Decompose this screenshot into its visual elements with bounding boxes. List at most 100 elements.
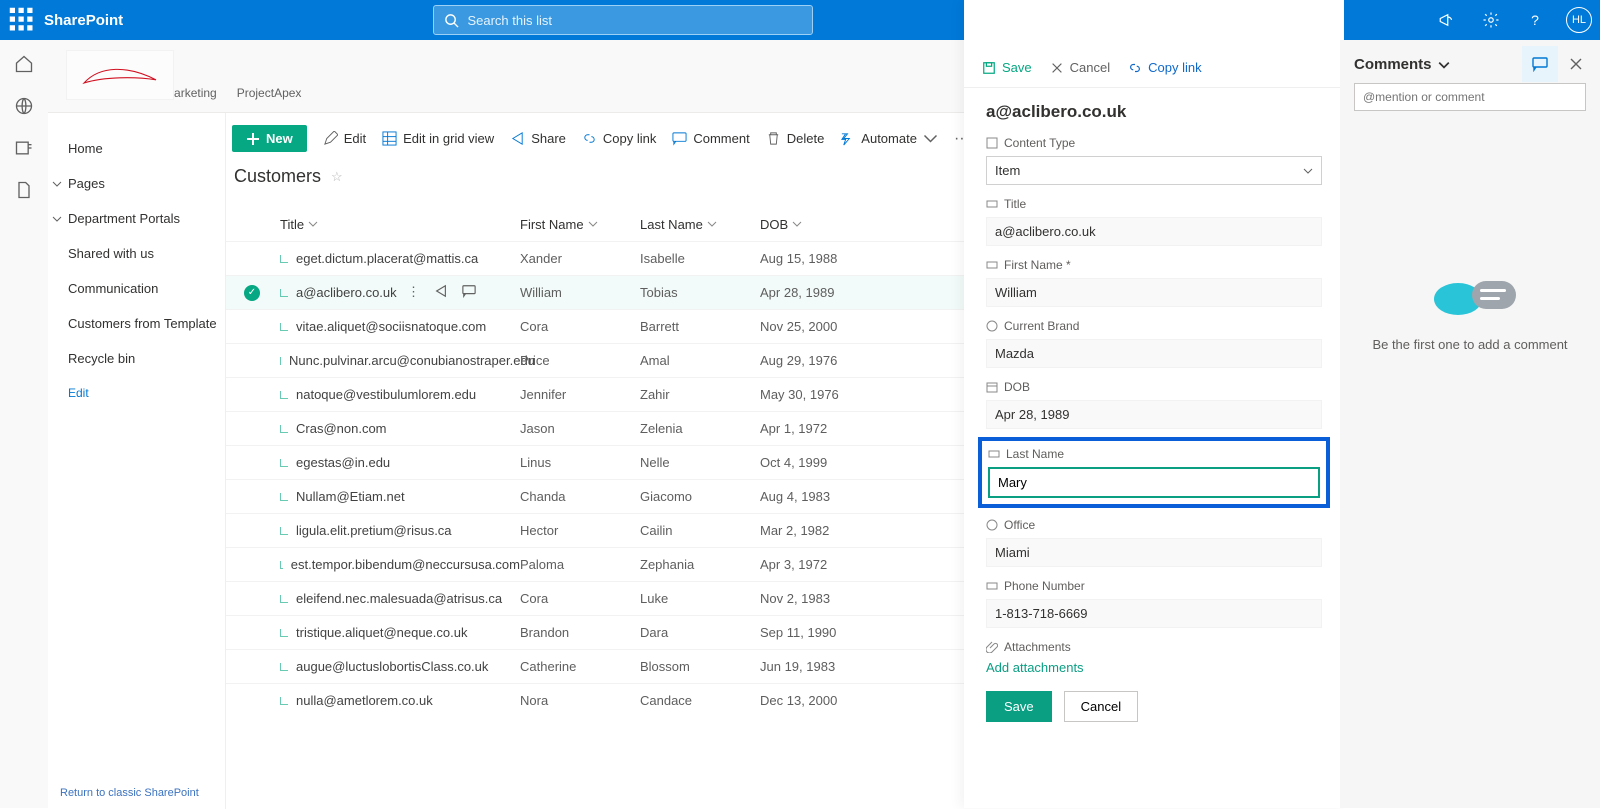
nav-shared-with-us[interactable]: Shared with us [68,236,225,271]
field-last-name: Last Name [978,437,1330,508]
cell-title[interactable]: vitae.aliquet@sociisnatoque.com [280,319,520,334]
save-icon [982,61,996,75]
cell-title[interactable]: Nunc.pulvinar.arcu@conubianostraper.edu [280,353,520,368]
cell-first-name: Jennifer [520,387,640,402]
user-avatar[interactable]: HL [1566,7,1592,33]
chevron-down-icon [923,131,938,146]
site-nav-projectapex[interactable]: ProjectApex [237,86,302,100]
comment-input[interactable] [1354,83,1586,111]
brand-input[interactable]: Mazda [986,339,1322,368]
cell-last-name: Isabelle [640,251,760,266]
search-box[interactable]: Search this list [433,5,813,35]
cell-last-name: Cailin [640,523,760,538]
globe-icon[interactable] [14,96,34,116]
cell-first-name: Brandon [520,625,640,640]
files-icon[interactable] [14,180,34,200]
site-logo[interactable] [66,50,174,100]
share-icon[interactable] [434,284,448,301]
cell-title[interactable]: tristique.aliquet@neque.co.uk [280,625,520,640]
cell-title[interactable]: Nullam@Etiam.net [280,489,520,504]
text-icon [986,259,998,271]
cell-title[interactable]: natoque@vestibulumlorem.edu [280,387,520,402]
cell-title[interactable]: eget.dictum.placerat@mattis.ca [280,251,520,266]
edit-grid-button[interactable]: Edit in grid view [382,131,494,146]
chevron-down-icon [1303,166,1313,176]
edit-button[interactable]: Edit [323,131,366,146]
nav-dept-portals[interactable]: Department Portals [68,201,225,236]
nav-communication[interactable]: Communication [68,271,225,306]
cell-dob: Jun 19, 1983 [760,659,880,674]
nav-customers-template[interactable]: Customers from Template [68,306,225,341]
cell-title[interactable]: augue@luctuslobortisClass.co.uk [280,659,520,674]
content-type-select[interactable]: Item [986,156,1322,185]
dob-input[interactable]: Apr 28, 1989 [986,400,1322,429]
cell-dob: Nov 2, 1983 [760,591,880,606]
header-last-name[interactable]: Last Name [640,217,760,232]
comment-icon[interactable] [462,284,476,301]
cell-title[interactable]: nulla@ametlorem.co.uk [280,693,520,708]
trash-icon [766,131,781,146]
home-icon[interactable] [14,54,34,74]
cell-title[interactable]: est.tempor.bibendum@neccursusa.com [280,557,520,572]
megaphone-icon[interactable] [1434,7,1460,33]
field-attachments: Attachments Add attachments [986,640,1322,675]
header-first-name[interactable]: First Name [520,217,640,232]
news-icon[interactable] [14,138,34,158]
cell-title[interactable]: Cras@non.com [280,421,520,436]
header-title[interactable]: Title [280,217,520,232]
new-button[interactable]: New [232,125,307,152]
nav-pages[interactable]: Pages [68,166,225,201]
cell-title[interactable]: a@aclibero.co.uk⋮ [280,284,520,301]
nav-home[interactable]: Home [68,131,225,166]
panel-cancel-button[interactable]: Cancel [1050,60,1110,75]
chevron-down-icon [308,219,318,229]
return-classic-link[interactable]: Return to classic SharePoint [60,787,199,799]
choice-icon [986,519,998,531]
header-dob[interactable]: DOB [760,217,880,232]
cell-last-name: Zahir [640,387,760,402]
cancel-button[interactable]: Cancel [1064,691,1138,722]
nav-recycle-bin[interactable]: Recycle bin [68,341,225,376]
nav-edit[interactable]: Edit [68,376,225,410]
title-input[interactable]: a@aclibero.co.uk [986,217,1322,246]
last-name-input[interactable] [988,467,1320,498]
calendar-icon [986,381,998,393]
cell-last-name: Zephania [640,557,760,572]
cell-first-name: Cora [520,591,640,606]
text-icon [988,448,1000,460]
field-phone: Phone Number 1-813-718-6669 [986,579,1322,628]
copy-link-button[interactable]: Copy link [582,131,656,146]
add-attachments-link[interactable]: Add attachments [986,660,1322,675]
favorite-icon[interactable]: ☆ [331,169,343,185]
checkmark-icon[interactable]: ✓ [244,285,260,301]
list-name: Customers [234,166,321,187]
delete-button[interactable]: Delete [766,131,825,146]
app-launcher-icon[interactable] [8,6,36,34]
cell-title[interactable]: egestas@in.edu [280,455,520,470]
comment-button[interactable]: Comment [672,131,749,146]
search-icon [444,13,459,28]
share-button[interactable]: Share [510,131,566,146]
cell-last-name: Luke [640,591,760,606]
automate-button[interactable]: Automate [840,131,938,146]
cell-title[interactable]: ligula.elit.pretium@risus.ca [280,523,520,538]
cell-dob: Oct 4, 1999 [760,455,880,470]
panel-save-button[interactable]: Save [982,60,1032,75]
office-input[interactable]: Miami [986,538,1322,567]
save-button[interactable]: Save [986,691,1052,722]
phone-input[interactable]: 1-813-718-6669 [986,599,1322,628]
help-icon[interactable]: ? [1522,7,1548,33]
field-current-brand: Current Brand Mazda [986,319,1322,368]
form-icon [986,137,998,149]
cell-last-name: Giacomo [640,489,760,504]
first-name-input[interactable]: William [986,278,1322,307]
panel-copy-link-button[interactable]: Copy link [1128,60,1201,75]
brand-label[interactable]: SharePoint [44,12,123,29]
toggle-comments-button[interactable] [1522,46,1558,82]
settings-icon[interactable] [1478,7,1504,33]
cell-first-name: Hector [520,523,640,538]
close-panel-button[interactable] [1558,46,1594,82]
more-icon[interactable]: ⋮ [407,284,420,301]
chevron-down-icon [588,219,598,229]
cell-title[interactable]: eleifend.nec.malesuada@atrisus.ca [280,591,520,606]
